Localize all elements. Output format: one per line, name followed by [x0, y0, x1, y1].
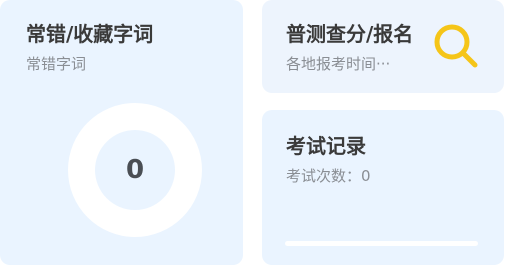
search-icon — [434, 24, 478, 68]
wrong-words-subtitle: 常错字词 — [26, 55, 87, 73]
exam-record-title: 考试记录 — [286, 134, 366, 158]
wrong-words-title: 常错/收藏字词 — [26, 22, 154, 46]
count-ring-center: 0 — [95, 130, 175, 210]
survey-score-subtitle: 各地报考时间··· — [286, 55, 391, 73]
exam-progress-bar — [285, 241, 478, 246]
count-ring: 0 — [68, 103, 202, 237]
wrong-words-count: 0 — [125, 155, 145, 185]
exam-count-text: 考试次数：0 — [286, 167, 371, 185]
wrong-words-card[interactable]: 常错/收藏字词 常错字词 0 — [0, 0, 243, 265]
survey-score-title: 普测查分/报名 — [286, 22, 414, 46]
